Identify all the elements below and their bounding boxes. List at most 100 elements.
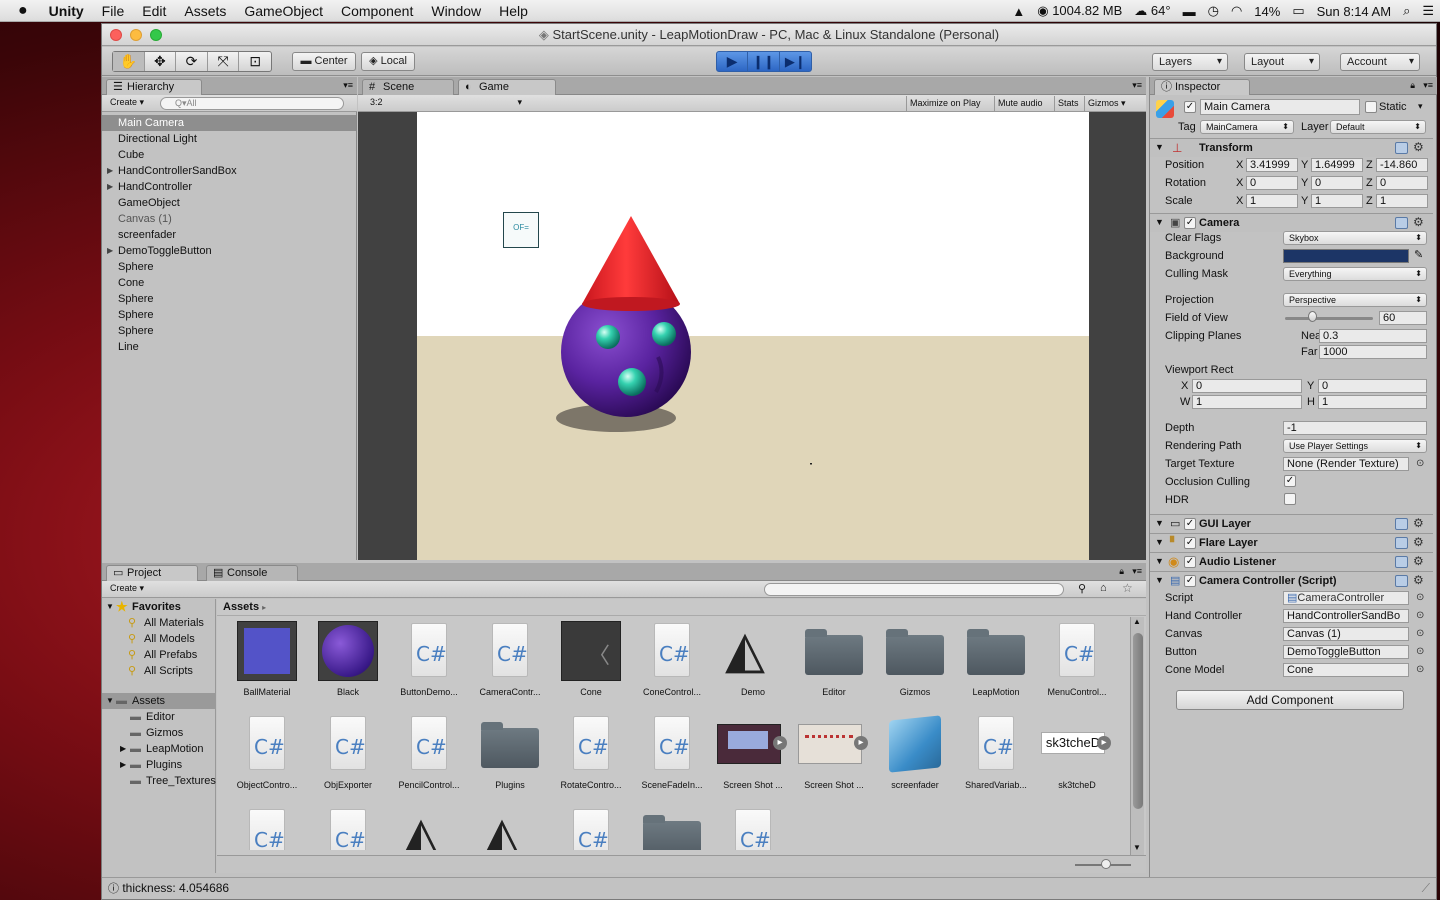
rect-tool-icon[interactable]: ⊡ — [239, 52, 271, 71]
favorite-item[interactable]: ⚲ All Models — [102, 631, 215, 647]
hierarchy-item[interactable]: Directional Light — [102, 131, 356, 147]
occlusion-culling-checkbox[interactable]: ✓ — [1284, 475, 1296, 487]
folder-expand-icon[interactable]: ▶ — [120, 741, 126, 757]
tab-game[interactable]: ◐ Game — [458, 79, 556, 95]
expand-arrow-icon[interactable]: ▶ — [107, 163, 113, 179]
zoom-window-button[interactable] — [150, 29, 162, 41]
filter-by-label-icon[interactable]: ⌂ — [1100, 582, 1107, 594]
asset-item[interactable]: C# SharedVariab... — [956, 712, 1036, 796]
hierarchy-item[interactable]: ▶ DemoToggleButton — [102, 243, 356, 259]
hierarchy-item[interactable]: ▶ HandControllerSandBox — [102, 163, 356, 179]
audio-listener-header[interactable]: ▼ ◉ ✓ Audio Listener ⚙ — [1150, 552, 1433, 571]
project-menu-icon[interactable]: ▾≡ — [1132, 566, 1142, 577]
settings-gear-icon[interactable]: ⚙ — [1413, 140, 1424, 154]
asset-item[interactable]: Editor — [794, 619, 874, 703]
asset-scrollbar-up-icon[interactable]: ▲ — [1133, 617, 1141, 626]
spotlight-search-icon[interactable]: ⌕ — [1397, 3, 1416, 19]
assets-foldout-icon[interactable]: ▼ — [106, 693, 114, 709]
object-name-field[interactable]: Main Camera — [1200, 99, 1360, 115]
position-z-field[interactable]: -14.860 — [1376, 158, 1428, 172]
menu-window[interactable]: Window — [422, 0, 490, 22]
hierarchy-create-dropdown[interactable]: Create ▾ — [106, 97, 150, 110]
asset-scroll-thumb[interactable] — [1133, 633, 1143, 809]
audio-listener-checkbox[interactable]: ✓ — [1184, 556, 1196, 568]
asset-item[interactable]: screenfader — [875, 712, 955, 796]
pivot-local-toggle[interactable]: ◈ Local — [361, 52, 415, 71]
viewport-y-field[interactable]: 0 — [1318, 379, 1427, 393]
asset-item[interactable]: C# CameraContr... — [470, 619, 550, 703]
timemachine-icon[interactable]: ◷ — [1202, 3, 1225, 19]
flare-layer-checkbox[interactable]: ✓ — [1184, 537, 1196, 549]
help-book-icon[interactable] — [1395, 142, 1408, 154]
projection-dropdown[interactable]: Perspective — [1283, 293, 1427, 307]
rotation-y-field[interactable]: 0 — [1311, 176, 1363, 190]
camera-controller-gear-icon[interactable]: ⚙ — [1413, 573, 1424, 587]
flare-layer-gear-icon[interactable]: ⚙ — [1413, 535, 1424, 549]
viewport-h-field[interactable]: 1 — [1318, 395, 1427, 409]
tab-scene[interactable]: # Scene — [362, 79, 454, 95]
play-button[interactable]: ▶ — [717, 52, 749, 71]
warning-icon[interactable]: ▲ — [1006, 4, 1031, 19]
scale-x-field[interactable]: 1 — [1246, 194, 1298, 208]
hierarchy-item[interactable]: Sphere — [102, 323, 356, 339]
gui-layer-header[interactable]: ▼ ▭ ✓ GUI Layer ⚙ — [1150, 514, 1433, 533]
tab-console[interactable]: ▤ Console — [206, 565, 298, 581]
assets-root-item[interactable]: ▼ ▬ Assets — [102, 693, 216, 709]
menu-help[interactable]: Help — [490, 0, 537, 22]
active-checkbox[interactable]: ✓ — [1184, 101, 1196, 113]
eyedropper-icon[interactable]: ✎ — [1414, 248, 1423, 261]
static-checkbox[interactable] — [1365, 101, 1377, 113]
asset-item[interactable]: 〈 Cone — [551, 619, 631, 703]
asset-item[interactable]: C# — [713, 805, 793, 850]
status-text[interactable]: thickness: 4.054686 — [122, 881, 229, 895]
tag-dropdown[interactable]: MainCamera — [1200, 120, 1294, 134]
move-tool-icon[interactable]: ✥ — [145, 52, 177, 71]
battery-text[interactable]: 14% — [1248, 4, 1286, 19]
asset-item[interactable]: ▸ Screen Shot ... — [794, 712, 874, 796]
camera-gear-icon[interactable]: ⚙ — [1413, 215, 1424, 229]
weather-icon[interactable]: ☁ 64° — [1128, 3, 1176, 19]
tab-inspector[interactable]: ⓘ Inspector — [1154, 79, 1250, 95]
asset-item[interactable]: ◭ Demo — [713, 619, 793, 703]
audio-listener-gear-icon[interactable]: ⚙ — [1413, 554, 1424, 568]
hierarchy-item[interactable]: Sphere — [102, 259, 356, 275]
canvas-field[interactable]: Canvas (1) — [1283, 627, 1409, 641]
camera-controller-checkbox[interactable]: ✓ — [1184, 575, 1196, 587]
camera-controller-help-icon[interactable] — [1395, 575, 1408, 587]
static-dropdown-icon[interactable]: ▾ — [1418, 101, 1423, 112]
gui-layer-gear-icon[interactable]: ⚙ — [1413, 516, 1424, 530]
object-picker-icon[interactable]: ⊙ — [1416, 458, 1424, 469]
far-field[interactable]: 1000 — [1319, 345, 1427, 359]
asset-item[interactable]: C# ConeControl... — [632, 619, 712, 703]
wifi-icon[interactable]: ◠ — [1225, 3, 1248, 19]
panel-menu-icon[interactable]: ▾≡ — [343, 80, 353, 91]
viewport-w-field[interactable]: 1 — [1192, 395, 1302, 409]
step-button[interactable]: ▶❙ — [780, 52, 811, 71]
asset-item[interactable]: Black — [308, 619, 388, 703]
fov-slider-handle[interactable] — [1308, 311, 1317, 322]
asset-item[interactable]: C# — [551, 805, 631, 850]
maximize-on-play-toggle[interactable]: Maximize on Play — [906, 96, 984, 111]
script-picker-icon[interactable]: ⊙ — [1416, 592, 1424, 603]
scale-z-field[interactable]: 1 — [1376, 194, 1428, 208]
button-picker-icon[interactable]: ⊙ — [1416, 646, 1424, 657]
gui-layer-foldout-icon[interactable]: ▼ — [1155, 518, 1164, 528]
filter-by-type-icon[interactable]: ⚲ — [1078, 582, 1086, 595]
camera-foldout-icon[interactable]: ▼ — [1155, 217, 1164, 227]
project-lock-icon[interactable]: 🔒︎ — [1119, 566, 1124, 577]
asset-item[interactable]: C# — [227, 805, 307, 850]
inspector-lock-icon[interactable]: 🔒︎ — [1410, 80, 1415, 91]
scale-tool-icon[interactable]: ⤧ — [208, 52, 240, 71]
near-field[interactable]: 0.3 — [1319, 329, 1427, 343]
transform-header[interactable]: ▼ ⊥ Transform ⚙ — [1150, 138, 1433, 157]
favorites-star-icon[interactable]: ☆ — [1122, 581, 1133, 595]
hierarchy-item[interactable]: Sphere — [102, 307, 356, 323]
folder-item[interactable]: ▬ Tree_Textures — [102, 773, 216, 789]
gui-layer-checkbox[interactable]: ✓ — [1184, 518, 1196, 530]
favorites-foldout-icon[interactable]: ▼ — [106, 599, 114, 615]
favorites-item[interactable]: ▼ ★ Favorites — [102, 599, 215, 615]
expand-arrow-icon[interactable]: ▶ — [107, 243, 113, 259]
pause-button[interactable]: ❙❙ — [748, 52, 780, 71]
culling-mask-dropdown[interactable]: Everything — [1283, 267, 1427, 281]
camera-controller-header[interactable]: ▼ ▤ ✓ Camera Controller (Script) ⚙ — [1150, 571, 1433, 590]
